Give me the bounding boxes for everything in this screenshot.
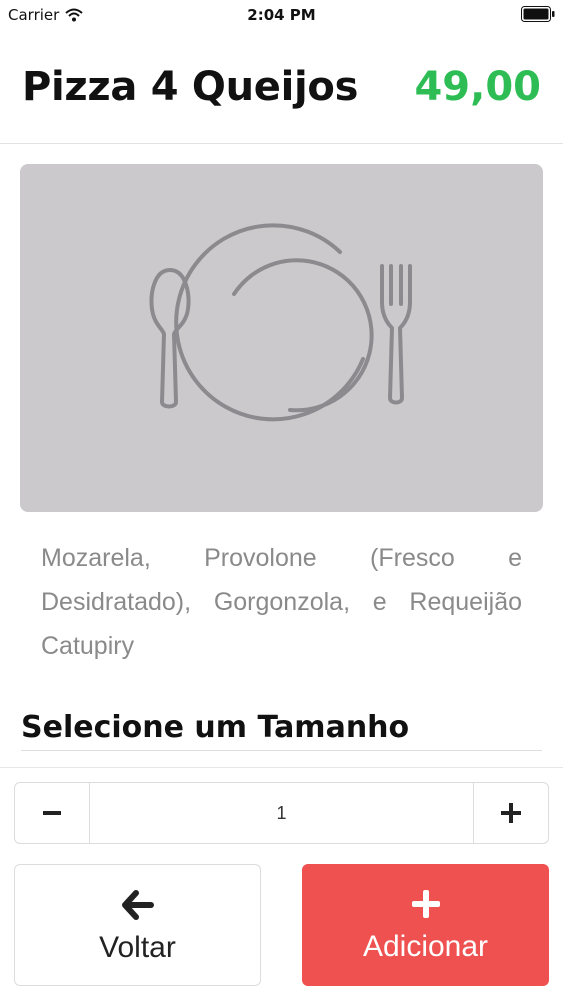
plus-icon (501, 803, 521, 823)
add-to-cart-button[interactable]: Adicionar (302, 864, 549, 986)
quantity-value[interactable]: 1 (90, 783, 473, 843)
product-title: Pizza 4 Queijos (22, 64, 359, 110)
product-header: Pizza 4 Queijos 49,00 (0, 30, 563, 144)
back-button-label: Voltar (99, 931, 176, 964)
product-image (20, 164, 543, 512)
arrow-left-icon (121, 890, 154, 920)
footer-divider (0, 767, 563, 768)
back-button[interactable]: Voltar (14, 864, 261, 986)
plus-icon (411, 890, 440, 918)
section-divider (21, 750, 542, 751)
minus-icon (43, 811, 61, 815)
battery-icon (521, 6, 555, 22)
increase-quantity-button[interactable] (473, 783, 548, 843)
add-button-label: Adicionar (362, 930, 489, 963)
product-description: Mozarela, Provolone (Fresco e Desidratad… (41, 544, 522, 660)
status-time: 2:04 PM (247, 6, 316, 24)
size-section-title: Selecione um Tamanho (21, 710, 410, 745)
decrease-quantity-button[interactable] (15, 783, 90, 843)
plate-fork-spoon-icon (149, 223, 412, 422)
quantity-stepper: 1 (14, 782, 549, 844)
product-price: 49,00 (414, 64, 541, 110)
status-bar: Carrier 2:04 PM (0, 0, 563, 30)
